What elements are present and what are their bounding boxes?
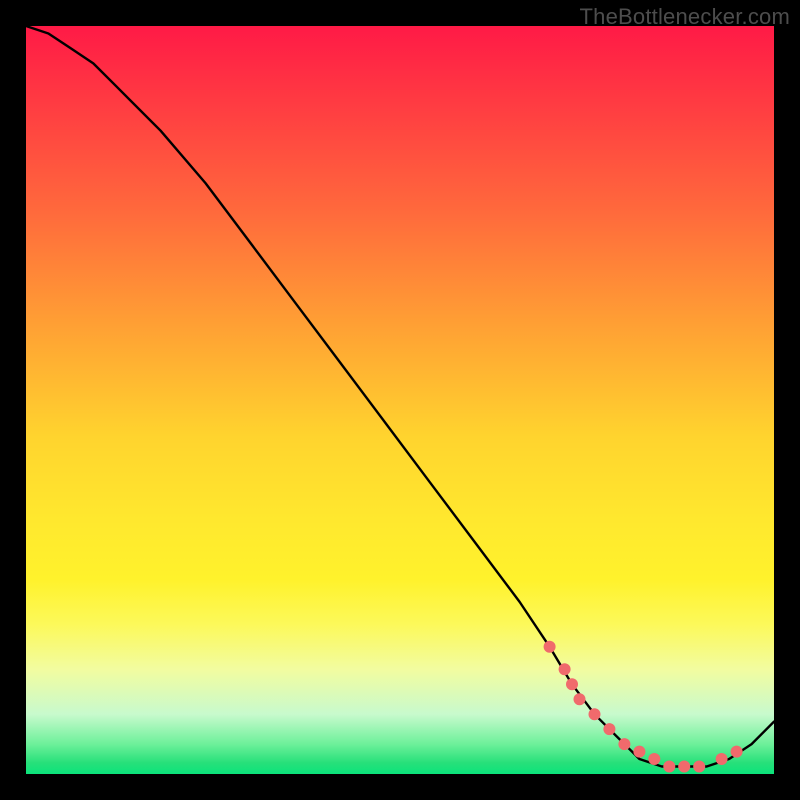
highlight-dot [544,641,556,653]
highlight-dot [731,746,743,758]
highlight-dots [544,641,743,773]
highlight-dot [633,746,645,758]
chart-frame: TheBottlenecker.com [0,0,800,800]
highlight-dot [648,753,660,765]
highlight-dot [566,678,578,690]
highlight-dot [603,723,615,735]
highlight-dot [693,761,705,773]
highlight-dot [589,708,601,720]
highlight-dot [618,738,630,750]
highlight-dot [678,761,690,773]
highlight-dot [574,693,586,705]
bottleneck-curve [26,26,774,767]
highlight-dot [559,663,571,675]
highlight-dot [716,753,728,765]
curve-layer [26,26,774,774]
plot-area [26,26,774,774]
highlight-dot [663,761,675,773]
